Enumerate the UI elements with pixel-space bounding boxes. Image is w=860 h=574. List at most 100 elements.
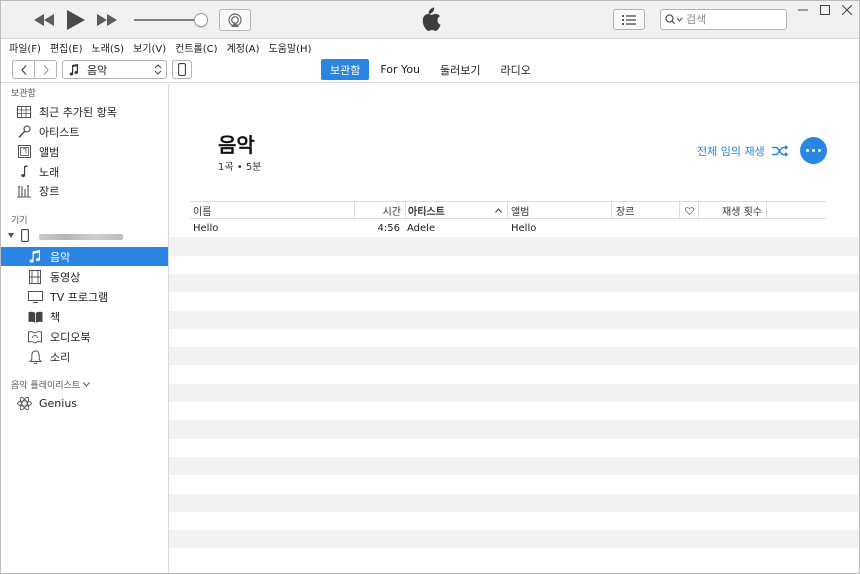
- airplay-icon: [228, 13, 242, 27]
- sidebar-item-genres[interactable]: 장르: [1, 181, 168, 200]
- main-content: 음악 1곡 • 5분 전체 임의 재생 이름 시간 아티스트 앨범 장르 재생 …: [169, 84, 859, 573]
- cell-time: 4:56: [377, 222, 400, 234]
- menu-file[interactable]: 파일(F): [9, 40, 41, 55]
- book-icon: [27, 309, 43, 325]
- media-type-label: 음악: [87, 63, 108, 77]
- column-header-genre[interactable]: 장르: [612, 202, 680, 219]
- sidebar-item-songs[interactable]: 노래: [1, 162, 168, 181]
- column-header-time[interactable]: 시간: [355, 202, 406, 219]
- rewind-icon: [34, 14, 54, 26]
- chevron-down-icon: [83, 382, 90, 387]
- airplay-button[interactable]: [219, 9, 251, 31]
- column-header-artist[interactable]: 아티스트: [406, 202, 508, 219]
- column-header-love[interactable]: [680, 202, 699, 219]
- bell-icon: [27, 349, 43, 365]
- microphone-icon: [16, 124, 32, 140]
- sidebar-item-device-audiobooks[interactable]: 오디오북: [1, 327, 168, 346]
- sidebar-item-device-music[interactable]: 음악: [1, 247, 168, 266]
- device-button[interactable]: [172, 60, 192, 79]
- sidebar-item-device-books[interactable]: 책: [1, 307, 168, 326]
- fast-forward-icon: [97, 14, 117, 26]
- search-box[interactable]: [660, 9, 787, 30]
- genre-icon: [16, 183, 32, 199]
- menu-view[interactable]: 보기(V): [133, 40, 166, 55]
- shuffle-icon: [771, 145, 789, 157]
- song-list: Hello 4:56 Adele Hello: [169, 219, 859, 573]
- apple-logo-icon: [420, 7, 441, 35]
- sidebar-item-device-tones[interactable]: 소리: [1, 347, 168, 366]
- menu-edit[interactable]: 편집(E): [50, 40, 83, 55]
- empty-row: [169, 548, 859, 566]
- empty-row: [169, 347, 859, 366]
- triangle-down-icon: [8, 233, 14, 238]
- empty-row: [169, 420, 859, 439]
- sidebar-item-device-movies[interactable]: 동영상: [1, 267, 168, 286]
- device-name-redacted: [39, 234, 123, 240]
- sidebar-item-device-tv[interactable]: TV 프로그램: [1, 287, 168, 306]
- sidebar-item-artists[interactable]: 아티스트: [1, 122, 168, 141]
- up-next-button[interactable]: [613, 9, 645, 30]
- rewind-button[interactable]: [34, 14, 54, 26]
- close-button[interactable]: [836, 2, 858, 18]
- sidebar-item-label: 책: [50, 310, 61, 324]
- sidebar-device[interactable]: [1, 227, 168, 245]
- more-options-button[interactable]: [800, 137, 827, 164]
- sidebar-item-label: Genius: [39, 397, 78, 410]
- minimize-button[interactable]: [792, 2, 814, 18]
- maximize-icon: [820, 5, 830, 15]
- chevron-left-icon: [20, 64, 26, 75]
- audiobook-icon: [27, 329, 43, 345]
- sidebar-item-label: 동영상: [50, 270, 81, 284]
- tab-browse[interactable]: 둘러보기: [431, 59, 489, 80]
- sidebar-item-genius[interactable]: Genius: [1, 394, 168, 413]
- search-input[interactable]: [686, 13, 782, 26]
- playlists-section-title[interactable]: 음악 플레이리스트: [11, 378, 90, 391]
- sidebar-item-recently-added[interactable]: 최근 추가된 항목: [1, 102, 168, 121]
- playlists-title-label: 음악 플레이리스트: [11, 381, 81, 391]
- tab-radio[interactable]: 라디오: [492, 59, 540, 80]
- maximize-button[interactable]: [814, 2, 836, 18]
- tab-bar: 보관함 For You 둘러보기 라디오: [321, 59, 542, 80]
- empty-row: [169, 439, 859, 457]
- iphone-icon: [21, 229, 29, 242]
- tab-for-you[interactable]: For You: [371, 59, 429, 80]
- media-type-selector[interactable]: 음악: [62, 60, 167, 79]
- list-icon: [622, 14, 636, 25]
- play-button[interactable]: [67, 10, 85, 30]
- sidebar-item-label: 장르: [39, 184, 60, 198]
- sidebar-item-label: TV 프로그램: [50, 290, 109, 304]
- tab-library[interactable]: 보관함: [321, 59, 370, 80]
- empty-row: [169, 310, 859, 329]
- close-icon: [842, 5, 852, 15]
- menu-account[interactable]: 계정(A): [227, 40, 260, 55]
- sidebar: 보관함 최근 추가된 항목 아티스트 앨범 노래 장르 기기 음악 동영상 TV…: [1, 84, 169, 573]
- forward-button[interactable]: [35, 61, 56, 78]
- empty-row: [169, 329, 859, 347]
- history-arrows: [12, 60, 57, 79]
- empty-row: [169, 237, 859, 256]
- genius-icon: [16, 396, 32, 412]
- table-row[interactable]: Hello 4:56 Adele Hello: [169, 219, 859, 237]
- ellipsis-icon: [806, 149, 810, 152]
- menu-song[interactable]: 노래(S): [92, 40, 125, 55]
- shuffle-all-button[interactable]: 전체 임의 재생: [697, 143, 789, 159]
- cell-name: Hello: [193, 222, 219, 234]
- back-button[interactable]: [13, 61, 35, 78]
- menu-help[interactable]: 도움말(H): [269, 40, 312, 55]
- heart-icon: [684, 206, 694, 215]
- column-header-album[interactable]: 앨범: [508, 202, 612, 219]
- column-header-plays[interactable]: 재생 횟수: [699, 202, 767, 219]
- chevron-right-icon: [43, 64, 49, 75]
- grid-icon: [16, 104, 32, 120]
- film-icon: [27, 269, 43, 285]
- volume-knob[interactable]: [194, 13, 208, 27]
- player-bar: [1, 1, 859, 39]
- menu-controls[interactable]: 컨트롤(C): [175, 40, 217, 55]
- fast-forward-button[interactable]: [97, 14, 117, 26]
- devices-section-title: 기기: [11, 216, 28, 226]
- empty-row: [169, 402, 859, 420]
- sidebar-item-albums[interactable]: 앨범: [1, 142, 168, 161]
- album-icon: [16, 144, 32, 160]
- iphone-icon: [178, 63, 186, 76]
- column-header-name[interactable]: 이름: [189, 202, 355, 219]
